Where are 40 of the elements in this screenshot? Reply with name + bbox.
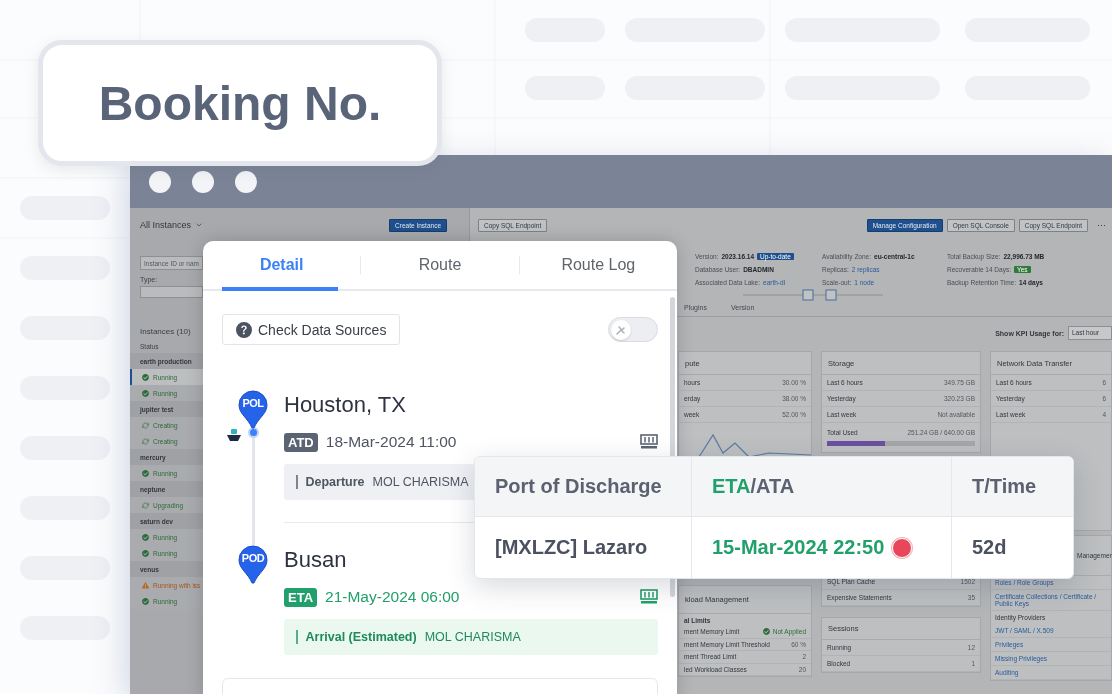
help-icon <box>236 321 252 338</box>
event-label: Arrival (Estimated) <box>305 630 417 644</box>
title-card: Booking No. <box>38 40 442 166</box>
tab[interactable]: Route <box>361 241 519 289</box>
window-control[interactable] <box>149 170 171 193</box>
list-title: Instances (10) <box>140 327 191 336</box>
vessel-name: MOL CHARISMA <box>372 475 469 489</box>
port-name: Houston, TX <box>284 391 406 419</box>
warning-icon <box>142 581 149 589</box>
ship-icon <box>226 427 242 443</box>
tab[interactable]: Route Log <box>519 241 677 289</box>
table-cell: [MXLZC] Lazaro <box>495 536 648 559</box>
date-time: 18-Mar-2024 11:00 <box>325 433 457 451</box>
chevron-down-icon <box>195 221 204 229</box>
vessel-name: MOL CHARISMA <box>424 630 521 644</box>
refresh-icon <box>142 421 149 429</box>
column-header: ETA/ATA <box>712 475 795 498</box>
window-control[interactable] <box>235 170 257 193</box>
column-header: Port of Discharge <box>495 475 662 498</box>
window-control[interactable] <box>192 170 214 193</box>
check-data-sources-button[interactable]: Check Data Sources <box>222 314 401 345</box>
refresh-icon <box>142 437 149 445</box>
port-pin: POD <box>238 545 268 585</box>
event-label: Departure <box>305 475 365 489</box>
time-type-badge: ETA <box>284 587 318 607</box>
port-pin: POL <box>238 390 268 430</box>
refresh-icon <box>142 501 149 509</box>
table-cell: 15-Mar-2024 22:50 <box>712 536 885 559</box>
port-name: Busan <box>284 546 347 574</box>
column-header: T/Time <box>972 475 1037 498</box>
container-icon <box>640 589 658 605</box>
time-type-badge: ATD <box>284 432 318 452</box>
date-time: 21-May-2024 06:00 <box>325 588 460 606</box>
tab[interactable]: Detail <box>203 241 361 289</box>
toggle-switch[interactable] <box>608 317 658 342</box>
instances-dropdown[interactable]: All Instances <box>140 220 204 230</box>
collapse-handles-icon[interactable] <box>743 289 883 301</box>
container-icon <box>640 434 658 450</box>
more-button[interactable]: ··· <box>1097 220 1106 230</box>
type-select[interactable] <box>140 286 203 298</box>
